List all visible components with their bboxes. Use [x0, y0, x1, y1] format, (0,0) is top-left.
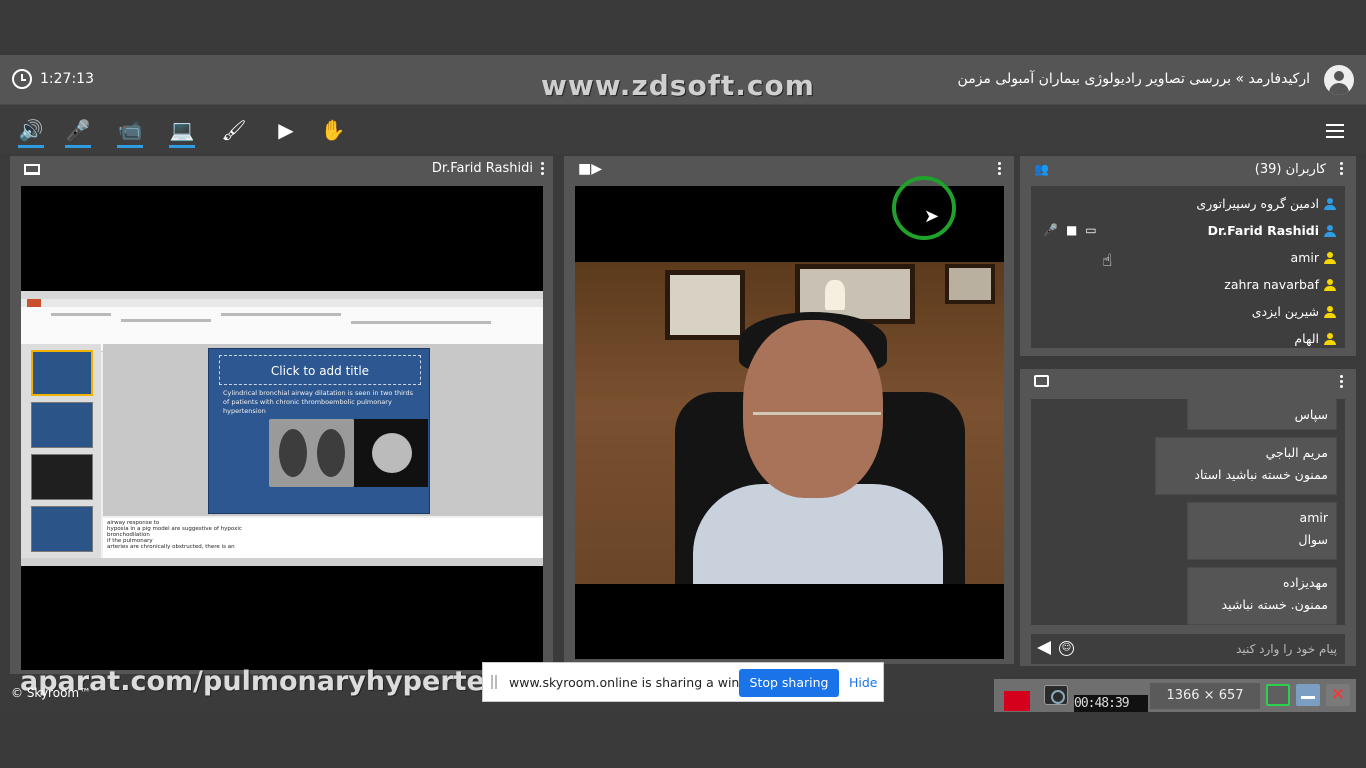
presenter-name: Dr.Farid Rashidi: [431, 161, 533, 176]
header-bar: 1:27:13 www.zdsoft.com ارکیدفارمد » بررس…: [0, 55, 1366, 105]
stop-sharing-button[interactable]: Stop sharing: [739, 669, 839, 697]
webcam-panel-header: ■▶: [564, 156, 1014, 184]
video-camera-icon: ■▶: [578, 161, 602, 177]
main-toolbar: 🔊 🎤 📹 💻 🖌 ▶ ✋: [0, 106, 1366, 154]
camera-icon[interactable]: 📹: [117, 118, 143, 148]
watermark-text: www.zdsoft.com: [541, 69, 815, 102]
user-row[interactable]: zahra navarbaf: [1031, 271, 1345, 298]
send-icon[interactable]: [1037, 641, 1051, 655]
current-slide: Click to add title Cylindrical bronchial…: [208, 348, 430, 514]
users-group-icon: 👥: [1034, 162, 1049, 176]
slide-thumbnails: [21, 344, 101, 566]
ppt-titlebar: [21, 291, 543, 299]
brush-icon[interactable]: 🖌: [221, 118, 247, 148]
speaker-icon[interactable]: 🔊: [18, 118, 44, 148]
slide-notes: airway response to hypoxia in a pig mode…: [103, 518, 543, 558]
ppt-ribbon-tabs: [21, 299, 543, 307]
screen-share-panel: Dr.Farid Rashidi Click to add title Cyli…: [10, 156, 553, 674]
slide-thumbnail[interactable]: [31, 506, 93, 552]
microphone-icon[interactable]: 🎤: [1043, 223, 1058, 237]
minimize-button[interactable]: [1296, 684, 1320, 706]
clock-icon: [12, 69, 32, 89]
close-button[interactable]: ✕: [1326, 684, 1350, 706]
slide-title: Click to add title: [219, 355, 421, 385]
timer-value: 1:27:13: [40, 71, 94, 87]
user-row[interactable]: ادمین گروه رسپیراتوری: [1031, 190, 1345, 217]
user-avatar-icon[interactable]: [1324, 65, 1354, 95]
chat-message: مهدیزاده ممنون. خسته نباشید: [1187, 567, 1337, 625]
user-row[interactable]: شیرین ایزدی: [1031, 298, 1345, 325]
chat-input-placeholder: پیام خود را وارد کنید: [1236, 642, 1337, 656]
chat-messages: سپاس مریم الباجي ممنون خسته نباشید استاد…: [1031, 399, 1345, 625]
snapshot-camera-icon[interactable]: [1044, 685, 1068, 705]
user-row-presenter[interactable]: 🎤 ■ ▭ Dr.Farid Rashidi: [1031, 217, 1345, 244]
shared-screen-area: Click to add title Cylindrical bronchial…: [21, 186, 543, 670]
hide-button[interactable]: Hide: [849, 675, 878, 690]
user-icon: [1324, 306, 1336, 318]
recording-time: 00:48:39: [1074, 695, 1148, 712]
skyroom-brand: © Skyroom™: [11, 686, 92, 700]
powerpoint-window: Click to add title Cylindrical bronchial…: [21, 291, 543, 566]
chat-bubble-icon: [1034, 375, 1049, 387]
user-row[interactable]: amir: [1031, 244, 1345, 271]
microphone-icon[interactable]: 🎤: [65, 118, 91, 148]
play-media-icon[interactable]: ▶: [273, 118, 299, 148]
chat-panel-header: [1020, 369, 1356, 397]
user-icon: [1324, 225, 1336, 237]
slide-thumbnail[interactable]: [31, 454, 93, 500]
room-title: ارکیدفارمد » بررسی تصاویر رادیولوژی بیما…: [957, 71, 1310, 87]
users-panel-header: 👥 کاربران (39): [1020, 156, 1356, 184]
webcam-video-area: ➤: [575, 176, 1004, 659]
mouse-cursor-icon: ➤: [924, 206, 940, 227]
sharing-message: www.skyroom.online is sharing a window.: [509, 675, 768, 690]
screen-icon[interactable]: ▭: [1085, 223, 1096, 237]
screen-sharing-bar: www.skyroom.online is sharing a window. …: [482, 662, 884, 702]
screen-share-icon[interactable]: 💻: [169, 118, 195, 148]
monitor-icon: [24, 164, 40, 175]
drag-handle-icon[interactable]: [491, 675, 497, 689]
ppt-statusbar: [21, 558, 543, 566]
user-icon: [1324, 198, 1336, 210]
slide-thumbnail[interactable]: [31, 350, 93, 396]
chat-panel: سپاس مریم الباجي ممنون خسته نباشید استاد…: [1020, 369, 1356, 666]
more-options-icon[interactable]: [998, 162, 1002, 176]
recorder-bar: 00:48:39 1366 × 657 ✕: [994, 679, 1356, 712]
more-options-icon[interactable]: [1340, 375, 1344, 389]
hamburger-menu-icon[interactable]: [1326, 124, 1344, 138]
user-icon: [1324, 252, 1336, 264]
chat-message: amir سوال: [1187, 502, 1337, 560]
chat-message: سپاس: [1187, 399, 1337, 430]
ct-heart-image: [354, 419, 428, 487]
raise-hand-icon[interactable]: ✋: [320, 118, 346, 148]
more-options-icon[interactable]: [541, 162, 545, 176]
webcam-feed: [575, 262, 1004, 584]
maximize-button[interactable]: [1266, 684, 1290, 706]
record-stop-button[interactable]: [1004, 691, 1030, 711]
ppt-file-tab: [27, 299, 41, 307]
user-row[interactable]: الهام: [1031, 325, 1345, 348]
users-panel: 👥 کاربران (39) ادمین گروه رسپیراتوری 🎤 ■…: [1020, 156, 1356, 356]
recording-size: 1366 × 657: [1150, 683, 1260, 709]
slide-thumbnail[interactable]: [31, 402, 93, 448]
more-options-icon[interactable]: [1340, 162, 1344, 176]
slide-bullet: Cylindrical bronchial airway dilatation …: [223, 389, 413, 415]
hand-cursor-icon: ☝: [1102, 251, 1113, 271]
ct-scan-image: [269, 419, 354, 487]
webcam-panel: ■▶ ➤: [564, 156, 1014, 664]
slide-workspace: Click to add title Cylindrical bronchial…: [103, 344, 543, 516]
chat-message: مریم الباجي ممنون خسته نباشید استاد: [1155, 437, 1337, 495]
top-blank-area: [0, 0, 1366, 55]
users-count-title: کاربران (39): [1254, 162, 1326, 177]
presenter-face: [743, 320, 883, 498]
session-timer: 1:27:13: [12, 69, 94, 89]
camera-icon[interactable]: ■: [1066, 223, 1077, 237]
users-list: ادمین گروه رسپیراتوری 🎤 ■ ▭ Dr.Farid Ras…: [1031, 186, 1345, 348]
chat-input[interactable]: ☺ پیام خود را وارد کنید: [1031, 634, 1345, 664]
bottom-blank-area: [0, 712, 1366, 768]
user-icon: [1324, 333, 1336, 345]
user-icon: [1324, 279, 1336, 291]
screen-panel-header: Dr.Farid Rashidi: [10, 156, 553, 184]
emoji-icon[interactable]: ☺: [1059, 641, 1074, 656]
